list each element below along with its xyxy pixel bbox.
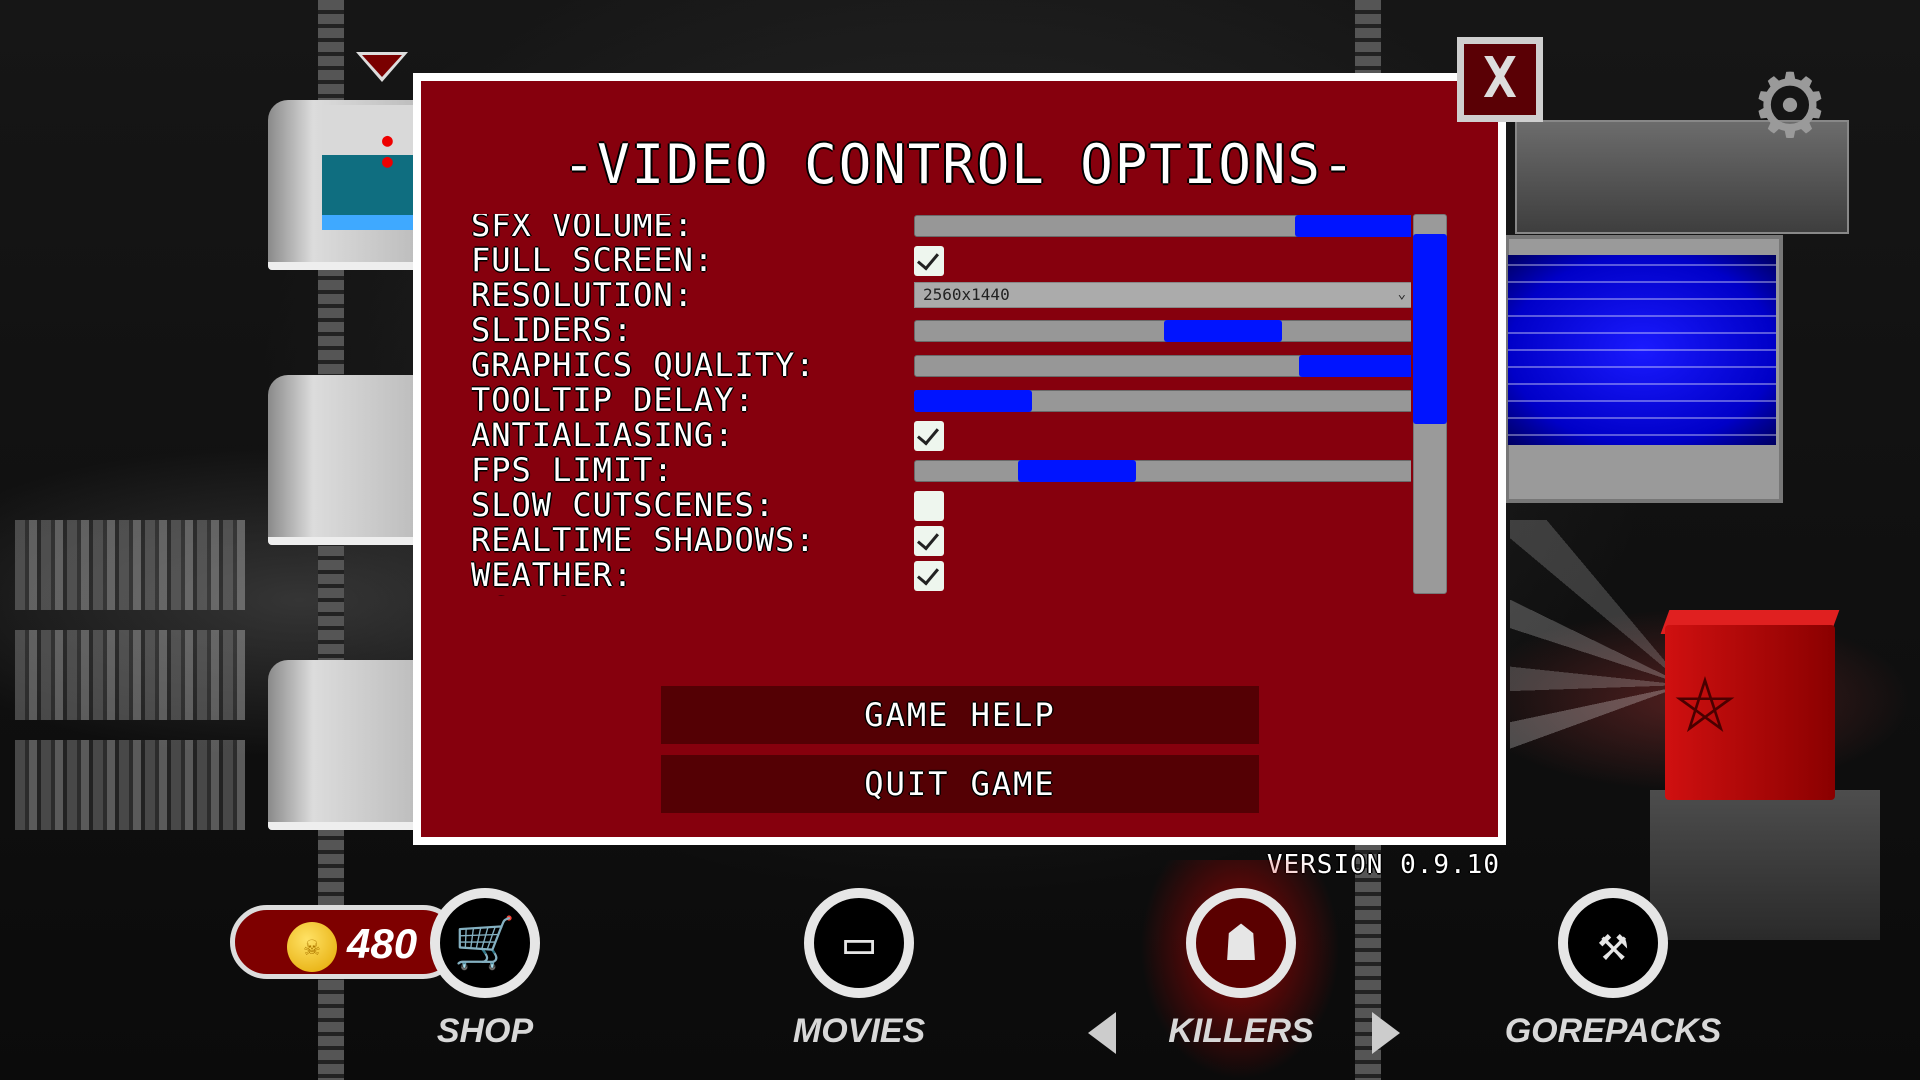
dialog-title: -VIDEO CONTROL OPTIONS- bbox=[562, 133, 1357, 196]
shelf-slot[interactable] bbox=[268, 660, 418, 830]
setting-label: TOOLTIP DELAY: bbox=[471, 381, 755, 419]
background-books bbox=[15, 740, 245, 830]
settings-scrollbar[interactable] bbox=[1413, 214, 1447, 594]
shelf-scroll-up-arrow[interactable] bbox=[356, 52, 408, 82]
setting-slider[interactable] bbox=[914, 320, 1411, 342]
close-icon: X bbox=[1464, 44, 1536, 115]
pedestal bbox=[1650, 790, 1880, 940]
slider-handle[interactable] bbox=[1299, 355, 1411, 377]
resolution-dropdown[interactable]: 2560x1440 ⌄ bbox=[914, 282, 1411, 308]
setting-checkbox[interactable] bbox=[914, 526, 944, 556]
setting-row: WEATHER: bbox=[471, 558, 1411, 593]
setting-label: FULL SCREEN: bbox=[471, 241, 715, 279]
setting-row: TOOLTIP DELAY: bbox=[471, 383, 1411, 418]
setting-label: VSYNC: bbox=[471, 593, 593, 597]
shelf-slot[interactable] bbox=[268, 375, 418, 545]
tv-static-screen bbox=[1508, 255, 1776, 445]
gear-icon[interactable]: ⚙ bbox=[1742, 45, 1838, 155]
currency-display: ☠ 480 bbox=[230, 905, 460, 979]
quit-game-button[interactable]: QUIT GAME bbox=[661, 755, 1259, 813]
killers-mask-icon[interactable]: ☗ bbox=[1186, 888, 1296, 998]
pentagram-icon: ⛤ bbox=[1675, 662, 1735, 748]
setting-label: RESOLUTION: bbox=[471, 276, 694, 314]
setting-label: SLOW CUTSCENES: bbox=[471, 486, 775, 524]
setting-row: SLOW CUTSCENES: bbox=[471, 488, 1411, 523]
setting-row: FPS LIMIT: bbox=[471, 453, 1411, 488]
setting-row: VSYNC: bbox=[471, 593, 1411, 597]
setting-label: SLIDERS: bbox=[471, 311, 634, 349]
settings-list[interactable]: SFX VOLUME: FULL SCREEN: RESOLUTION: 2560x1… bbox=[471, 214, 1411, 596]
coin-count: 480 bbox=[347, 920, 418, 967]
setting-row: ANTIALIASING: bbox=[471, 418, 1411, 453]
game-help-button[interactable]: GAME HELP bbox=[661, 686, 1259, 744]
setting-slider[interactable] bbox=[914, 390, 1411, 412]
nav-gorepacks-label[interactable]: GOREPACKS bbox=[1493, 1012, 1733, 1051]
skull-coin-icon: ☠ bbox=[287, 922, 337, 972]
setting-row: GRAPHICS QUALITY: bbox=[471, 348, 1411, 383]
setting-label: REALTIME SHADOWS: bbox=[471, 521, 816, 559]
slider-handle[interactable] bbox=[1018, 460, 1136, 482]
setting-row: SFX VOLUME: bbox=[471, 214, 1411, 243]
setting-label: FPS LIMIT: bbox=[471, 451, 674, 489]
setting-checkbox[interactable] bbox=[914, 491, 944, 521]
background-books bbox=[15, 520, 245, 610]
setting-row: SLIDERS: bbox=[471, 313, 1411, 348]
setting-label: ANTIALIASING: bbox=[471, 416, 735, 454]
next-arrow-icon[interactable] bbox=[1372, 1012, 1400, 1054]
chevron-down-icon: ⌄ bbox=[1397, 286, 1406, 302]
prev-arrow-icon[interactable] bbox=[1088, 1012, 1116, 1054]
slider-handle[interactable] bbox=[1295, 215, 1411, 237]
gorepacks-axe-icon[interactable]: ⚒ bbox=[1558, 888, 1668, 998]
setting-row: FULL SCREEN: bbox=[471, 243, 1411, 278]
nav-shop-label[interactable]: SHOP bbox=[365, 1012, 605, 1051]
video-options-dialog: -VIDEO CONTROL OPTIONS- SFX VOLUME: FULL … bbox=[413, 73, 1506, 845]
slider-handle[interactable] bbox=[1164, 320, 1282, 342]
setting-slider[interactable] bbox=[914, 460, 1411, 482]
nav-movies-label[interactable]: MOVIES bbox=[739, 1012, 979, 1051]
setting-checkbox[interactable] bbox=[914, 561, 944, 591]
setting-slider[interactable] bbox=[914, 355, 1411, 377]
setting-label: GRAPHICS QUALITY: bbox=[471, 346, 816, 384]
setting-checkbox[interactable] bbox=[914, 246, 944, 276]
setting-row: RESOLUTION: 2560x1440 ⌄ bbox=[471, 278, 1411, 313]
setting-label: WEATHER: bbox=[471, 556, 634, 594]
dropdown-value: 2560x1440 bbox=[923, 285, 1010, 304]
setting-checkbox[interactable] bbox=[914, 421, 944, 451]
close-button[interactable]: X bbox=[1457, 37, 1543, 122]
movies-tape-icon[interactable]: ▭ bbox=[804, 888, 914, 998]
nav-killers-label[interactable]: KILLERS bbox=[1121, 1012, 1361, 1051]
setting-label: SFX VOLUME: bbox=[471, 214, 694, 244]
scrollbar-thumb[interactable] bbox=[1413, 234, 1447, 424]
slider-handle[interactable] bbox=[914, 390, 1032, 412]
setting-row: REALTIME SHADOWS: bbox=[471, 523, 1411, 558]
shop-cart-icon[interactable]: 🛒 bbox=[430, 888, 540, 998]
killer-figure[interactable]: ● ● bbox=[322, 105, 414, 230]
background-books bbox=[15, 630, 245, 720]
setting-slider[interactable] bbox=[914, 215, 1411, 237]
